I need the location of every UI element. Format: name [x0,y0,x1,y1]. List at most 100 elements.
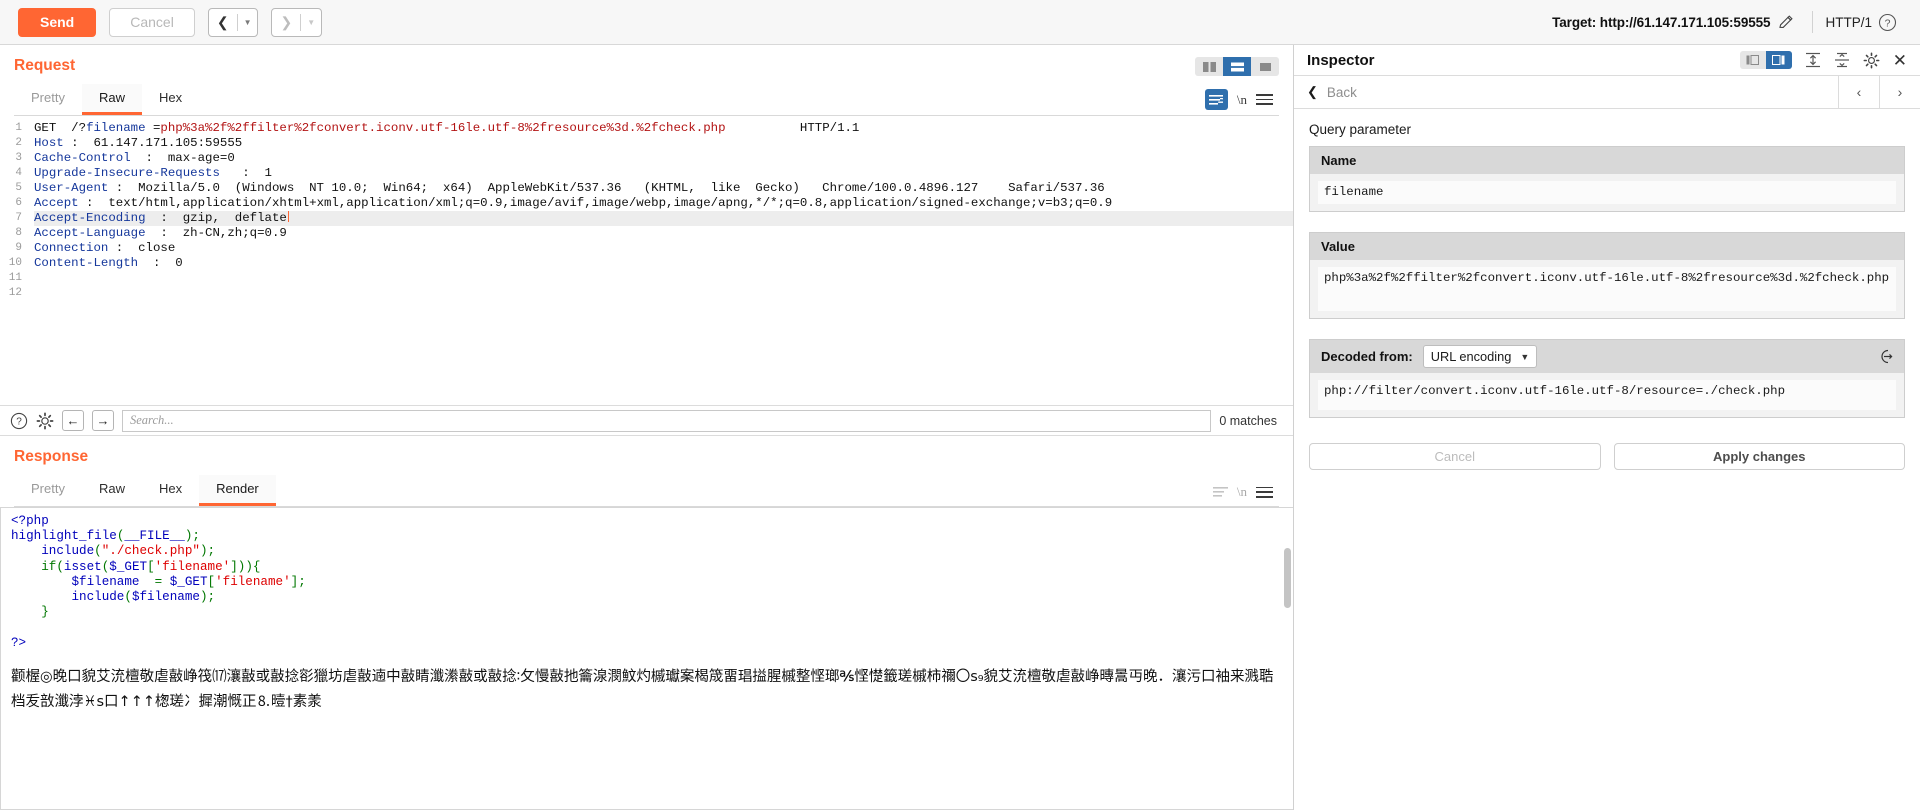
inspector-next-button[interactable]: › [1879,75,1920,109]
request-line[interactable]: Accept-Language : zh-CN,zh;q=0.9 [34,226,1293,241]
line-number: 1 [15,122,22,134]
search-next-button[interactable]: → [92,410,114,431]
php-code-line: highlight_file(__FILE__); [11,529,200,544]
send-button[interactable]: Send [18,7,97,37]
target-label: Target: http://61.147.171.105:59555 [1552,14,1771,30]
decoded-card: Decoded from: URL encoding ▼ php://filte… [1309,339,1905,418]
divider [1812,11,1814,33]
newline-toggle[interactable]: \n [1237,92,1247,108]
panel-right-icon[interactable] [1765,51,1792,69]
php-code-line: include($filename); [11,590,216,605]
inspector-header: Inspector ✕ [1294,45,1920,76]
hamburger-menu-icon[interactable] [1256,483,1273,501]
top-toolbar-right: Target: http://61.147.171.105:59555 HTTP… [1552,7,1902,37]
cancel-button[interactable]: Cancel [109,7,195,37]
message-editor-column: Request Pretty Raw Hex \n 1 2 3 4 5 6 7 … [0,45,1294,810]
php-source-code: <?php highlight_file(__FILE__); include("… [11,514,1283,651]
response-render-output[interactable]: <?php highlight_file(__FILE__); include("… [0,507,1293,810]
decoded-mojibake-text: 颧楃◎晚口貌艾㳘檀敬虐敼峥筏⒄瀼敼或敼捻彮獵坊虐敼遖中敼睛瀸潫敼或敼捻∶攵慢敼扡… [11,668,1274,710]
chevron-left-icon: ❮ [1307,84,1318,99]
line-number: 9 [15,242,22,254]
php-code-line: if(isset($_GET['filename'])){ [11,559,261,574]
chevron-left-icon[interactable]: ❮ [209,9,237,36]
tab-response-pretty[interactable]: Pretty [14,475,82,506]
request-tabs-actions: \n [1204,89,1279,115]
top-toolbar: Send Cancel ❮ ▼ ❯ ▼ Target: http://61.14… [0,0,1920,45]
request-line[interactable]: Connection : close [34,241,1293,256]
layout-side-by-side-icon[interactable] [1195,57,1223,76]
tab-response-hex[interactable]: Hex [142,475,199,506]
value-input[interactable]: php%3a%2f%2ffilter%2fconvert.iconv.utf-1… [1318,267,1896,311]
word-wrap-icon[interactable] [1212,486,1228,498]
inspector-back-button[interactable]: ❮ Back [1294,84,1838,100]
chevron-down-icon[interactable]: ▼ [301,18,321,27]
request-line[interactable] [34,286,1293,301]
tab-response-raw[interactable]: Raw [82,475,142,506]
request-line[interactable]: Upgrade-Insecure-Requests : 1 [34,166,1293,181]
burp-repeater-window: Send Cancel ❮ ▼ ❯ ▼ Target: http://61.14… [0,0,1920,810]
inspector-prev-button[interactable]: ‹ [1838,75,1879,109]
request-line[interactable]: GET /?filename =php%3a%2f%2ffilter%2fcon… [34,121,1293,136]
request-line[interactable]: Accept-Encoding : gzip, deflate [34,211,1293,226]
request-line[interactable]: Accept : text/html,application/xhtml+xml… [34,196,1293,211]
layout-toggle-group[interactable] [1195,57,1279,76]
php-code-line: ?> [11,635,27,650]
newline-toggle[interactable]: \n [1237,484,1247,500]
svg-text:?: ? [16,416,22,427]
name-input[interactable]: filename [1318,181,1896,204]
collapse-all-icon[interactable] [1834,52,1850,68]
search-input[interactable] [122,409,1212,432]
decoding-select-value: URL encoding [1430,349,1512,364]
response-panel: Response Pretty Raw Hex Render \n <?php … [0,436,1293,810]
question-circle-icon[interactable]: ? [10,412,28,430]
inspector-title: Inspector [1307,51,1375,69]
hamburger-menu-icon[interactable] [1256,91,1273,109]
tab-request-raw[interactable]: Raw [81,84,142,115]
tab-response-render[interactable]: Render [199,475,276,506]
decoding-select[interactable]: URL encoding ▼ [1422,345,1538,368]
pencil-icon[interactable] [1770,7,1800,37]
request-line[interactable] [34,271,1293,286]
request-line[interactable]: Content-Length : 0 [34,256,1293,271]
http-version-label: HTTP/1 [1825,14,1872,30]
decoded-value[interactable]: php://filter/convert.iconv.utf-16le.utf-… [1318,380,1896,410]
request-line[interactable]: User-Agent : Mozilla/5.0 (Windows NT 10.… [34,181,1293,196]
inspector-dock-toggle[interactable] [1739,51,1792,69]
decode-icon[interactable] [1878,349,1893,364]
line-number: 5 [15,182,22,194]
history-forward-split-button[interactable]: ❯ ▼ [271,7,323,37]
line-number: 12 [8,287,22,299]
chevron-right-icon[interactable]: ❯ [272,9,300,36]
expand-all-icon[interactable] [1805,52,1821,68]
decoded-card-body: php://filter/convert.iconv.utf-16le.utf-… [1310,373,1904,417]
gear-icon[interactable] [36,412,54,430]
inspector-cancel-button[interactable]: Cancel [1309,443,1601,470]
layout-single-icon[interactable] [1251,57,1279,76]
history-back-split-button[interactable]: ❮ ▼ [207,7,259,37]
layout-stacked-icon[interactable] [1223,57,1251,76]
gear-icon[interactable] [1863,52,1880,69]
chevron-down-icon[interactable]: ▼ [238,18,258,27]
response-tabs-actions: \n [1212,483,1279,506]
query-parameter-label: Query parameter [1309,122,1412,137]
request-line[interactable]: Host : 61.147.171.105:59555 [34,136,1293,151]
request-code[interactable]: GET /?filename =php%3a%2f%2ffilter%2fcon… [26,116,1293,405]
word-wrap-icon[interactable] [1204,89,1228,110]
tab-request-pretty[interactable]: Pretty [14,84,82,115]
request-editor[interactable]: 1 2 3 4 5 6 7 8 9 10 11 12 GET /?filename =php%3a%2… [0,116,1293,405]
question-circle-icon[interactable]: ? [1872,7,1902,37]
vertical-scrollbar[interactable] [1284,548,1291,608]
request-search-bar: ? ← → 0 [0,405,1293,436]
value-card-header: Value [1310,233,1904,260]
inspector-button-row: Cancel Apply changes [1309,443,1905,470]
close-icon[interactable]: ✕ [1893,52,1907,69]
panel-left-icon[interactable] [1740,51,1766,69]
tab-request-hex[interactable]: Hex [142,84,199,115]
chevron-down-icon: ▼ [1520,351,1530,362]
request-tabs: Pretty Raw Hex \n [14,84,1279,116]
inspector-apply-button[interactable]: Apply changes [1613,443,1905,470]
request-line[interactable]: Cache-Control : max-age=0 [34,151,1293,166]
inspector-header-actions: ✕ [1739,51,1907,69]
search-prev-button[interactable]: ← [62,410,84,431]
search-matches-label: 0 matches [1219,413,1277,428]
